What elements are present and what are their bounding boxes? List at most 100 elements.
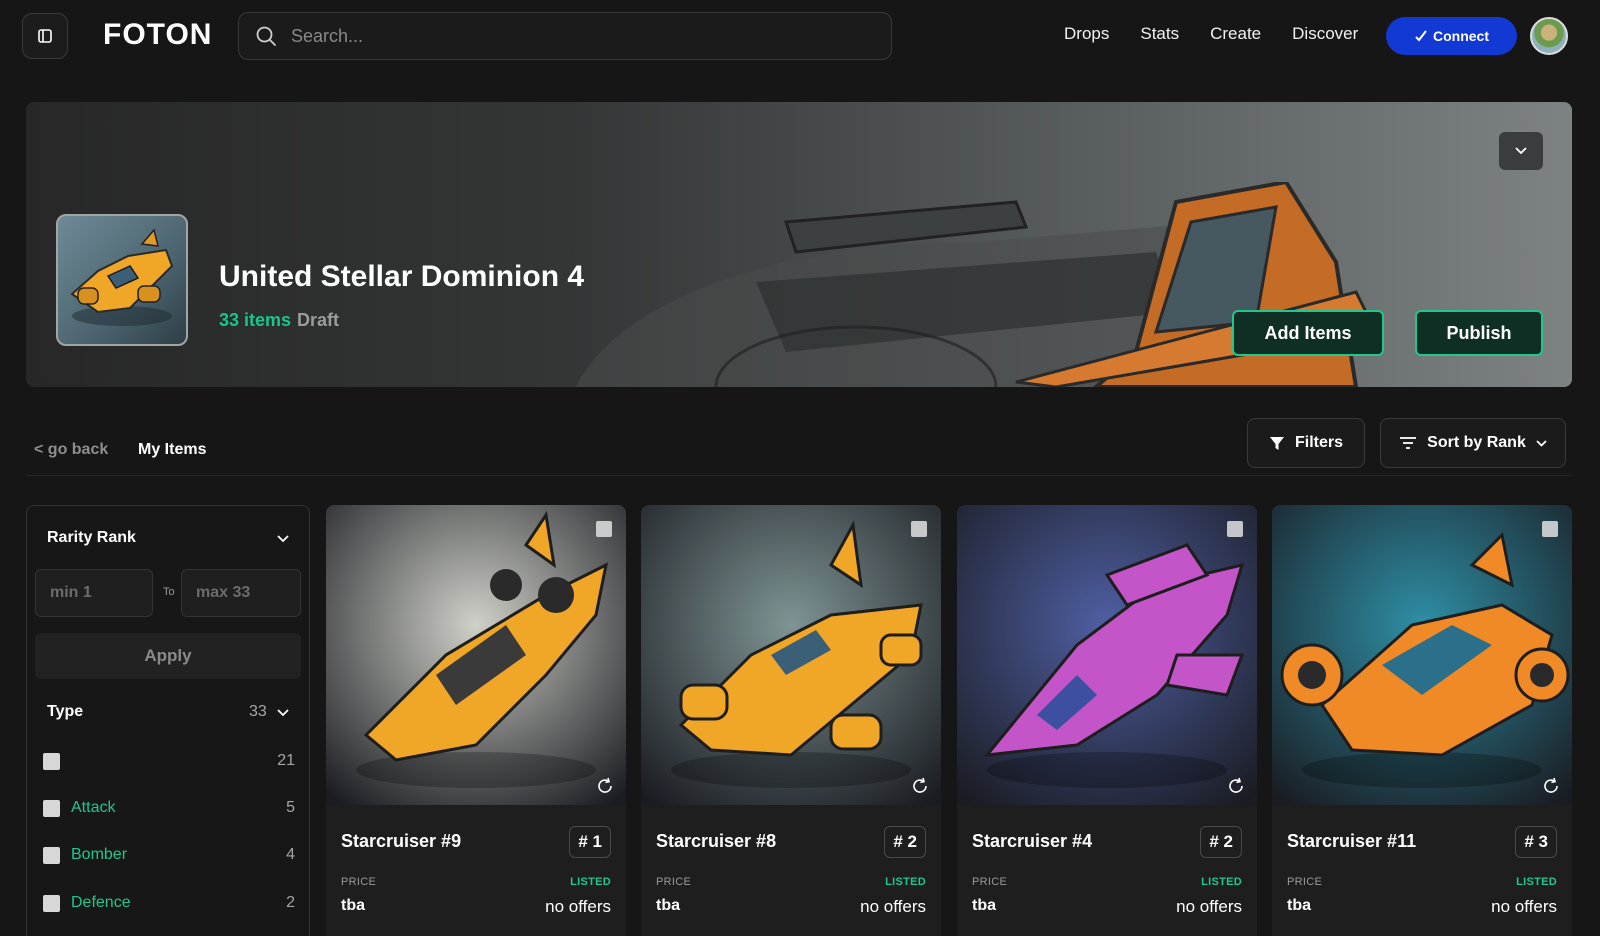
refresh-icon[interactable] bbox=[1542, 777, 1560, 795]
my-items-tab[interactable]: My Items bbox=[138, 441, 206, 459]
refresh-icon[interactable] bbox=[1227, 777, 1245, 795]
refresh-icon[interactable] bbox=[911, 777, 929, 795]
logo[interactable]: FOTON bbox=[103, 18, 212, 52]
item-price: tba bbox=[972, 897, 996, 914]
add-items-button[interactable]: Add Items bbox=[1232, 310, 1384, 356]
type-option-label: Defence bbox=[71, 894, 131, 911]
item-name: Starcruiser #8 bbox=[656, 831, 777, 851]
search-input[interactable] bbox=[291, 25, 851, 47]
item-price: tba bbox=[656, 897, 680, 914]
item-name: Starcruiser #11 bbox=[1287, 831, 1417, 851]
type-option[interactable]: 21 bbox=[43, 749, 295, 773]
nav-link-discover[interactable]: Discover bbox=[1292, 24, 1358, 44]
rank-badge: # 2 bbox=[884, 826, 926, 858]
ship-thumbnail-image bbox=[70, 228, 174, 326]
listing-status: LISTED bbox=[1201, 876, 1242, 888]
chevron-down-icon bbox=[1536, 439, 1547, 447]
item-card[interactable]: Starcruiser #4 # 2 PRICE LISTED tba no offers bbox=[957, 505, 1257, 936]
type-checkbox[interactable] bbox=[43, 894, 60, 912]
item-image[interactable] bbox=[957, 505, 1257, 805]
rank-min-input[interactable] bbox=[35, 569, 153, 617]
type-option-label: Bomber bbox=[71, 846, 128, 863]
type-option-count: 5 bbox=[286, 799, 295, 816]
connect-button[interactable]: Connect bbox=[1386, 17, 1517, 55]
item-name: Starcruiser #9 bbox=[341, 831, 462, 851]
type-option-count: 2 bbox=[286, 894, 295, 911]
type-checkbox[interactable] bbox=[43, 799, 60, 817]
rank-badge: # 3 bbox=[1515, 826, 1557, 858]
type-option-count: 4 bbox=[286, 846, 295, 863]
chevron-down-icon[interactable] bbox=[277, 709, 289, 717]
chevron-down-icon[interactable] bbox=[277, 535, 289, 543]
collection-thumbnail bbox=[56, 214, 188, 346]
nav-links: Drops Stats Create Discover bbox=[1064, 24, 1358, 44]
price-label: PRICE bbox=[656, 876, 692, 888]
collection-meta: 33 items Draft bbox=[219, 310, 339, 331]
filters-label: Filters bbox=[1294, 434, 1343, 451]
type-heading[interactable]: Type bbox=[47, 703, 83, 721]
rarity-rank-heading[interactable]: Rarity Rank bbox=[47, 529, 136, 547]
go-back-link[interactable]: < go back bbox=[34, 441, 108, 459]
rank-max-input[interactable] bbox=[181, 569, 301, 617]
chevron-down-icon bbox=[1515, 147, 1527, 155]
select-checkbox[interactable] bbox=[1227, 521, 1243, 537]
nav-link-create[interactable]: Create bbox=[1210, 24, 1261, 44]
item-image[interactable] bbox=[1272, 505, 1572, 805]
collection-title: United Stellar Dominion 4 bbox=[219, 260, 585, 293]
select-checkbox[interactable] bbox=[911, 521, 927, 537]
connect-label: Connect bbox=[1433, 28, 1489, 44]
publish-button[interactable]: Publish bbox=[1415, 310, 1543, 356]
listing-status: LISTED bbox=[570, 876, 611, 888]
item-name: Starcruiser #4 bbox=[972, 831, 1093, 851]
search-icon bbox=[256, 26, 276, 46]
sort-label: Sort by Rank bbox=[1427, 434, 1526, 451]
item-offers: no offers bbox=[1491, 897, 1557, 916]
item-offers: no offers bbox=[860, 897, 926, 916]
apply-button[interactable]: Apply bbox=[35, 633, 301, 679]
item-card[interactable]: Starcruiser #8 # 2 PRICE LISTED tba no offers bbox=[641, 505, 941, 936]
banner-collapse-button[interactable] bbox=[1499, 132, 1543, 170]
avatar[interactable] bbox=[1530, 17, 1568, 55]
item-price: tba bbox=[341, 897, 365, 914]
items-toolbar: < go back My Items Filters Sort by Rank bbox=[26, 410, 1572, 476]
item-price: tba bbox=[1287, 897, 1311, 914]
collection-banner: United Stellar Dominion 4 33 items Draft … bbox=[26, 102, 1572, 387]
price-label: PRICE bbox=[341, 876, 377, 888]
items-count: 33 items bbox=[219, 310, 292, 330]
top-nav: FOTON Drops Stats Create Discover Connec… bbox=[0, 0, 1600, 72]
select-checkbox[interactable] bbox=[1542, 521, 1558, 537]
item-offers: no offers bbox=[1176, 897, 1242, 916]
sort-icon bbox=[1400, 437, 1417, 449]
range-to-label: To bbox=[163, 586, 175, 598]
type-option-label: Attack bbox=[71, 799, 116, 816]
filters-button[interactable]: Filters bbox=[1247, 418, 1365, 468]
nav-link-stats[interactable]: Stats bbox=[1140, 24, 1179, 44]
search-bar[interactable] bbox=[238, 12, 892, 60]
sort-dropdown[interactable]: Sort by Rank bbox=[1380, 418, 1566, 468]
rank-badge: # 1 bbox=[569, 826, 611, 858]
price-label: PRICE bbox=[1287, 876, 1323, 888]
type-checkbox[interactable] bbox=[43, 752, 60, 770]
sidebar-toggle-button[interactable] bbox=[22, 13, 68, 59]
type-option[interactable]: Attack 5 bbox=[43, 796, 295, 820]
item-image[interactable] bbox=[641, 505, 941, 805]
collection-status: Draft bbox=[297, 310, 340, 330]
item-card[interactable]: Starcruiser #11 # 3 PRICE LISTED tba no offer… bbox=[1272, 505, 1572, 936]
panel-icon bbox=[38, 29, 52, 43]
type-option[interactable]: Bomber 4 bbox=[43, 843, 295, 867]
banner-ship-illustration bbox=[576, 182, 1379, 387]
listing-status: LISTED bbox=[1516, 876, 1557, 888]
price-label: PRICE bbox=[972, 876, 1008, 888]
item-image[interactable] bbox=[326, 505, 626, 805]
item-card[interactable]: Starcruiser #9 # 1 PRICE LISTED tba no offers bbox=[326, 505, 626, 936]
refresh-icon[interactable] bbox=[596, 777, 614, 795]
check-icon bbox=[1415, 30, 1427, 42]
type-option[interactable]: Defence 2 bbox=[43, 891, 295, 915]
type-checkbox[interactable] bbox=[43, 846, 60, 864]
nav-link-drops[interactable]: Drops bbox=[1064, 24, 1109, 44]
rank-badge: # 2 bbox=[1200, 826, 1242, 858]
type-option-count: 21 bbox=[277, 752, 295, 769]
filter-sidebar: Rarity Rank To Apply Type 33 21 Attack 5… bbox=[26, 505, 310, 936]
select-checkbox[interactable] bbox=[596, 521, 612, 537]
type-total-count: 33 bbox=[249, 703, 267, 720]
